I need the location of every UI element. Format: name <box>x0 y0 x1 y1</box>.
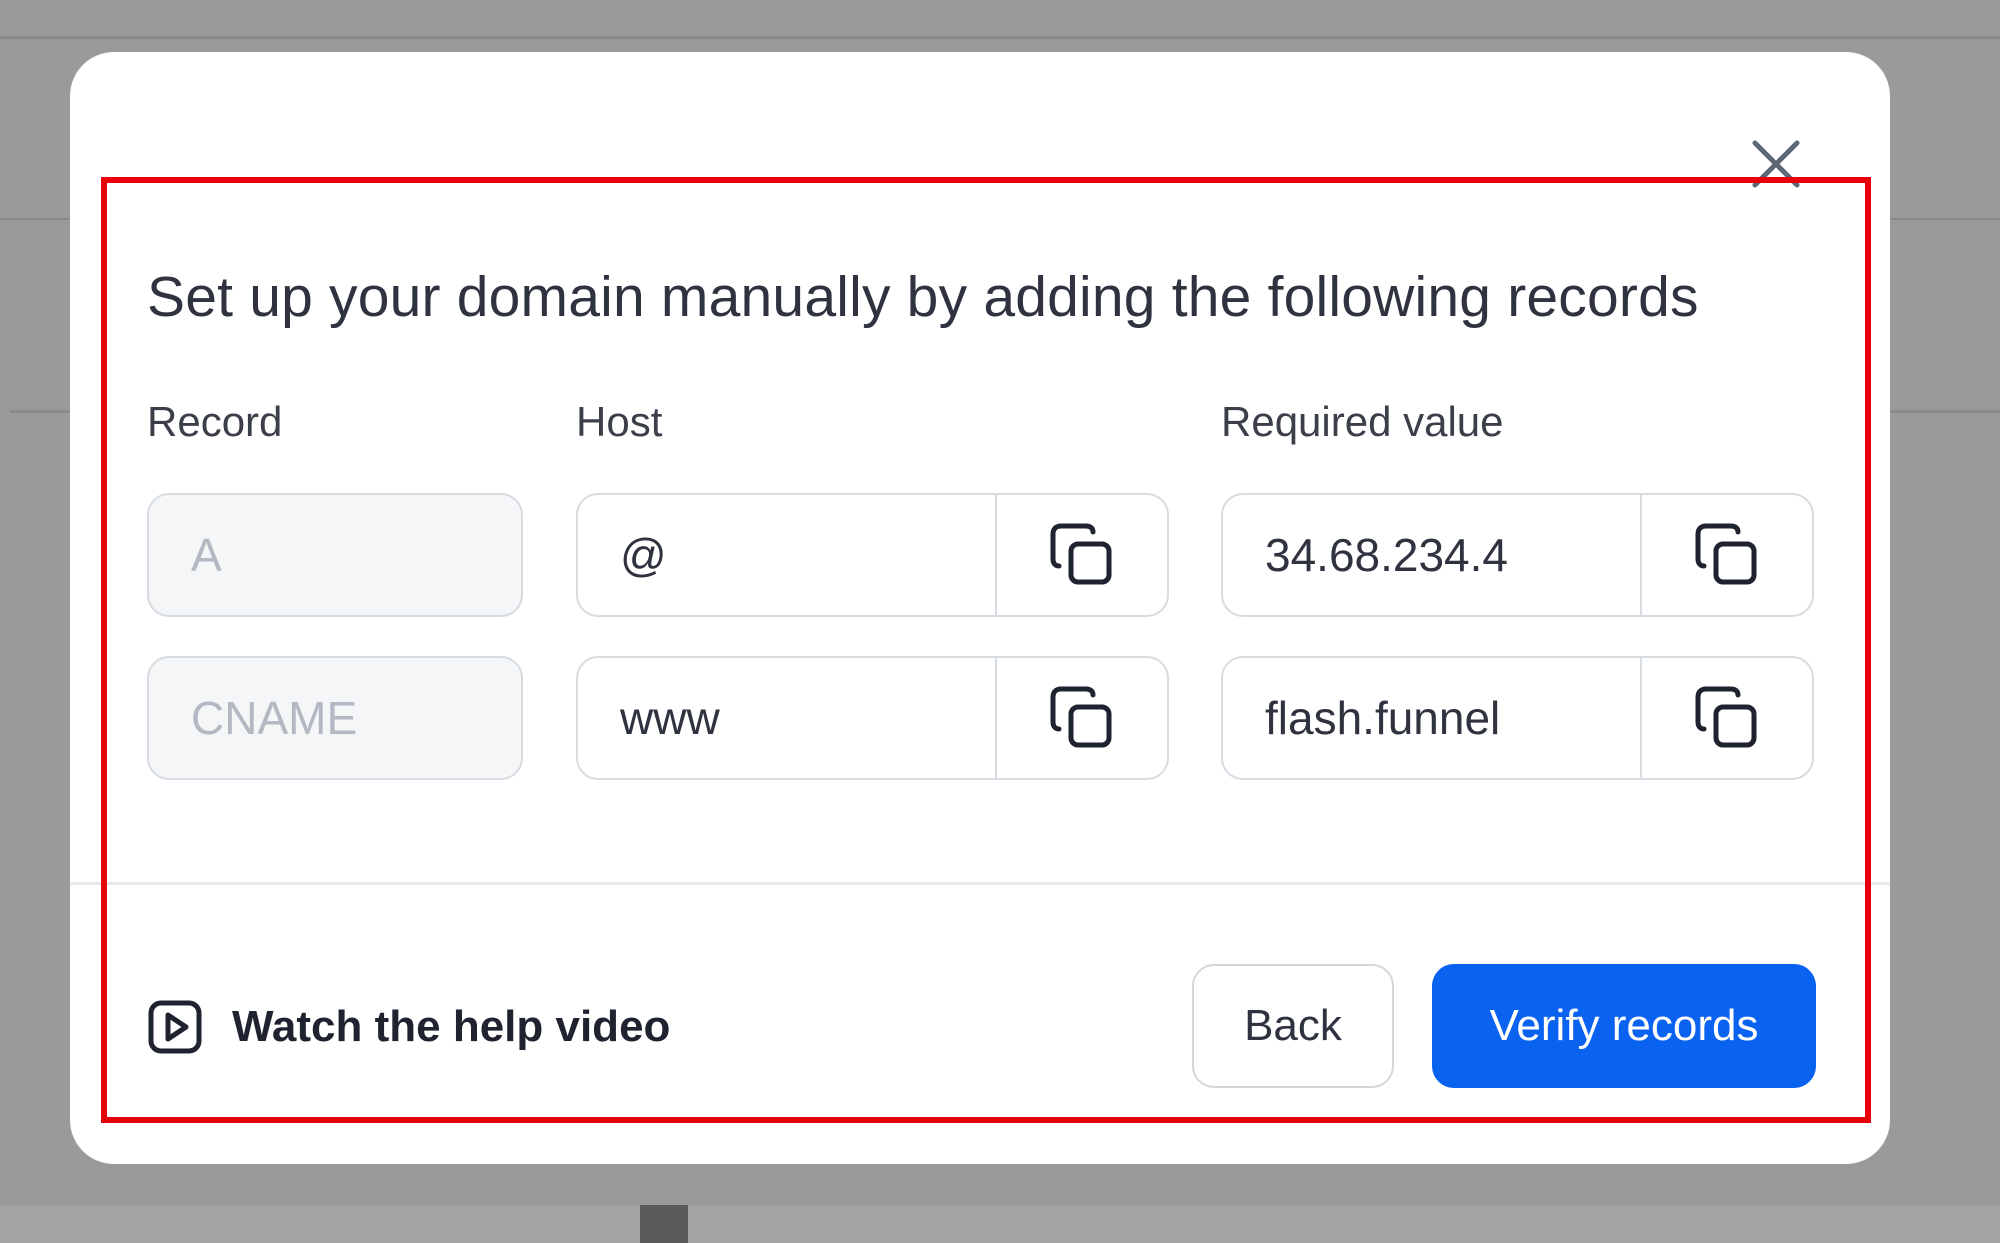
background-divider-top <box>0 36 2000 39</box>
copy-host-button[interactable] <box>995 658 1167 778</box>
play-video-icon <box>148 1000 202 1054</box>
verify-records-button[interactable]: Verify records <box>1432 964 1816 1088</box>
host-field-row-2[interactable]: www <box>576 656 1169 780</box>
modal-footer-divider <box>70 882 1890 885</box>
copy-host-button[interactable] <box>995 495 1167 615</box>
background-footer-tab <box>640 1205 688 1243</box>
copy-icon <box>1695 523 1757 585</box>
close-icon <box>1752 140 1800 188</box>
copy-icon <box>1050 686 1112 748</box>
required-value-field-row-2[interactable]: flash.funnel <box>1221 656 1814 780</box>
copy-value-button[interactable] <box>1640 658 1812 778</box>
close-button[interactable] <box>1742 130 1810 198</box>
modal-title: Set up your domain manually by adding th… <box>147 265 1699 329</box>
required-value[interactable]: 34.68.234.4 <box>1265 495 1527 615</box>
column-label-record: Record <box>147 398 283 445</box>
host-value[interactable]: www <box>620 658 990 778</box>
background-footer-bar <box>0 1205 2000 1243</box>
required-value[interactable]: flash.funnel <box>1265 658 1527 778</box>
record-type-field-cname: CNAME <box>147 656 523 780</box>
copy-icon <box>1050 523 1112 585</box>
host-value[interactable]: @ <box>620 495 990 615</box>
back-button[interactable]: Back <box>1192 964 1394 1088</box>
copy-icon <box>1695 686 1757 748</box>
record-type-value: CNAME <box>191 692 358 744</box>
column-label-required-value: Required value <box>1221 398 1504 445</box>
help-video-link[interactable]: Watch the help video <box>148 996 670 1058</box>
host-field-row-1[interactable]: @ <box>576 493 1169 617</box>
help-video-label[interactable]: Watch the help video <box>232 1002 670 1052</box>
column-label-host: Host <box>576 398 663 445</box>
record-type-field-a: A <box>147 493 523 617</box>
required-value-field-row-1[interactable]: 34.68.234.4 <box>1221 493 1814 617</box>
copy-value-button[interactable] <box>1640 495 1812 615</box>
record-type-value: A <box>191 529 222 581</box>
